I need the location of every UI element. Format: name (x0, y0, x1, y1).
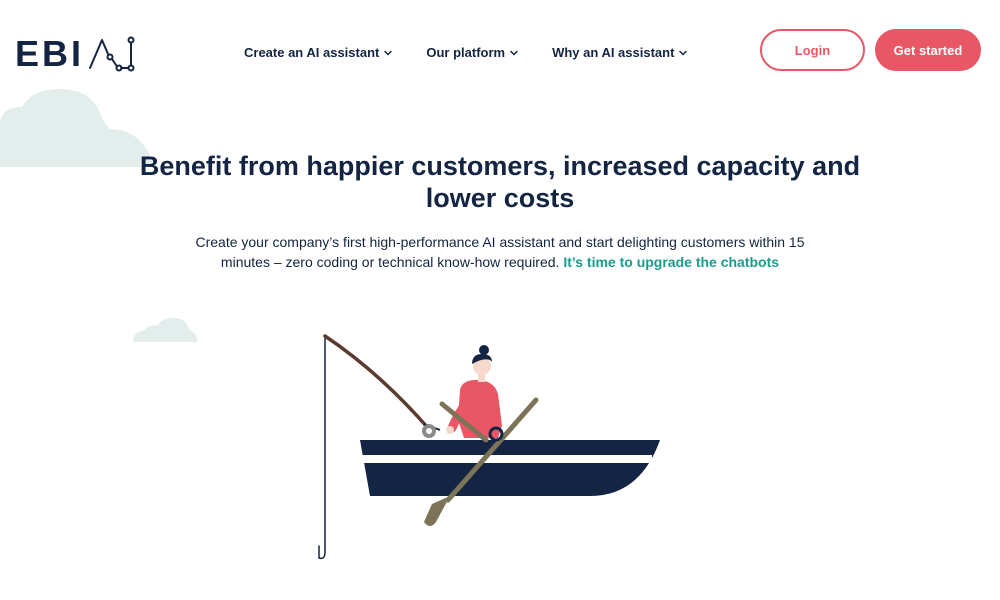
chevron-down-icon (679, 50, 688, 56)
nav-why-ai-assistant[interactable]: Why an AI assistant (552, 44, 688, 62)
ai-logo-mark-icon (89, 36, 135, 72)
nav-create-ai-assistant[interactable]: Create an AI assistant (244, 44, 393, 62)
get-started-button[interactable]: Get started (875, 29, 981, 71)
main-nav: Create an AI assistant Our platform Why … (244, 44, 688, 62)
nav-our-platform[interactable]: Our platform (426, 44, 518, 62)
hero-headline: Benefit from happier customers, increase… (139, 151, 861, 213)
page: EBI Create an AI assistant Our platform (0, 0, 1000, 600)
login-button[interactable]: Login (760, 29, 865, 71)
cloud-decoration (133, 317, 197, 342)
nav-label: Our platform (426, 45, 506, 60)
woman-fishing-illustration (318, 334, 660, 560)
nav-label: Create an AI assistant (244, 45, 380, 60)
nav-label: Why an AI assistant (552, 45, 675, 60)
chevron-down-icon (384, 50, 393, 56)
hero-subtext: Create your company’s first high-perform… (170, 232, 830, 272)
ebiai-logo[interactable]: EBI (15, 36, 138, 72)
logo-text: EBI (15, 33, 85, 74)
chevron-down-icon (510, 50, 518, 56)
upgrade-chatbots-link[interactable]: It’s time to upgrade the chatbots (563, 254, 779, 270)
